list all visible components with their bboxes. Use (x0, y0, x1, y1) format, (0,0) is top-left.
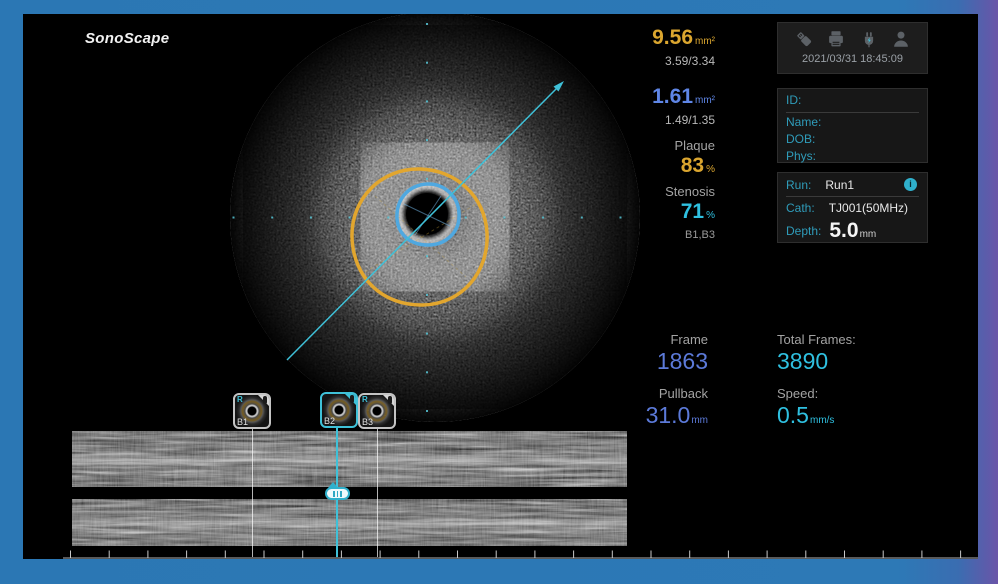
printer-icon[interactable] (825, 28, 847, 50)
run-row[interactable]: Run: Run1 i (786, 173, 919, 197)
pullback-ruler (63, 551, 978, 559)
frame-info: Frame 1863 Pullback 31.0mm (583, 332, 708, 434)
catheter-value: TJ001(50MHz) (829, 201, 908, 215)
total-frames-label: Total Frames: (777, 332, 927, 348)
bookmark-tab-icon (388, 396, 392, 404)
plaque-label: Plaque (600, 138, 715, 154)
frame-scrubber-handle[interactable] (325, 487, 350, 500)
vessel-area-value: 9.56mm² (600, 26, 715, 54)
longitudinal-strip-bottom[interactable] (72, 499, 627, 546)
bookmark-tab-icon (263, 396, 267, 404)
pullback-value: 31.0mm (583, 402, 708, 434)
main-display: SonoScape 9.56mm² 3.59/3.34 1.61mm² 1.49… (23, 14, 978, 559)
bookmark-line-b3 (377, 427, 378, 557)
catheter-label: Cath: (786, 201, 815, 215)
patient-name-label: Name: (786, 114, 919, 130)
stenosis-label: Stenosis (600, 184, 715, 200)
depth-unit: mm (860, 229, 877, 243)
patient-dob-label: DOB: (786, 131, 919, 147)
datetime: 2021/03/31 18:45:09 (778, 53, 927, 65)
bookmark-tab-icon (350, 395, 354, 403)
bookmark-thumb-b3[interactable]: R B3 (358, 393, 396, 429)
total-frames-value: 3890 (777, 348, 927, 374)
bookmark-thumb-b1[interactable]: R B1 (233, 393, 271, 429)
run-panel: Run: Run1 i Cath: TJ001(50MHz) Depth: 5.… (777, 172, 928, 243)
plug-icon[interactable] (858, 28, 880, 50)
total-frames-info: Total Frames: 3890 Speed: 0.5mm/s (777, 332, 927, 434)
bookmark-label: B3 (362, 417, 373, 427)
longitudinal-strip-top[interactable] (72, 431, 627, 487)
plaque-value: 83% (600, 154, 715, 182)
user-icon[interactable] (890, 28, 912, 50)
speed-label: Speed: (777, 386, 927, 402)
vessel-diameters: 3.59/3.34 (600, 54, 715, 69)
measurement-results: 9.56mm² 3.59/3.34 1.61mm² 1.49/1.35 Plaq… (600, 26, 715, 242)
bookmark-thumb-b2[interactable]: B2 (320, 392, 358, 428)
patient-phys-label: Phys: (786, 148, 919, 164)
patient-id-label: ID: (786, 89, 919, 113)
toolbar-panel: 2021/03/31 18:45:09 (777, 22, 928, 74)
frame-label: Frame (583, 332, 708, 348)
bookmark-line-b1 (252, 427, 253, 557)
depth-label: Depth: (786, 224, 821, 238)
stenosis-reference-bookmarks: B1,B3 (600, 228, 715, 242)
patient-info-panel[interactable]: ID: Name: DOB: Phys: (777, 88, 928, 163)
logo: SonoScape (85, 30, 169, 47)
frame-value: 1863 (583, 348, 708, 374)
usb-icon[interactable] (793, 28, 815, 50)
run-label: Run: (786, 178, 811, 192)
lumen-area-value: 1.61mm² (600, 85, 715, 113)
lumen-diameters: 1.49/1.35 (600, 113, 715, 128)
stenosis-value: 71% (600, 200, 715, 228)
ivus-cross-section-view[interactable] (228, 14, 642, 424)
bookmark-label: B2 (324, 416, 335, 426)
bookmark-flag: R (237, 395, 243, 404)
run-info-icon[interactable]: i (904, 178, 917, 191)
depth-value: 5.0 (829, 220, 858, 242)
bookmark-flag: R (362, 395, 368, 404)
run-value[interactable]: Run1 (825, 178, 854, 192)
depth-row: Depth: 5.0 mm (786, 218, 919, 243)
pullback-label: Pullback (583, 386, 708, 402)
bookmark-label: B1 (237, 417, 248, 427)
catheter-row: Cath: TJ001(50MHz) (786, 197, 919, 218)
speed-value: 0.5mm/s (777, 402, 927, 434)
